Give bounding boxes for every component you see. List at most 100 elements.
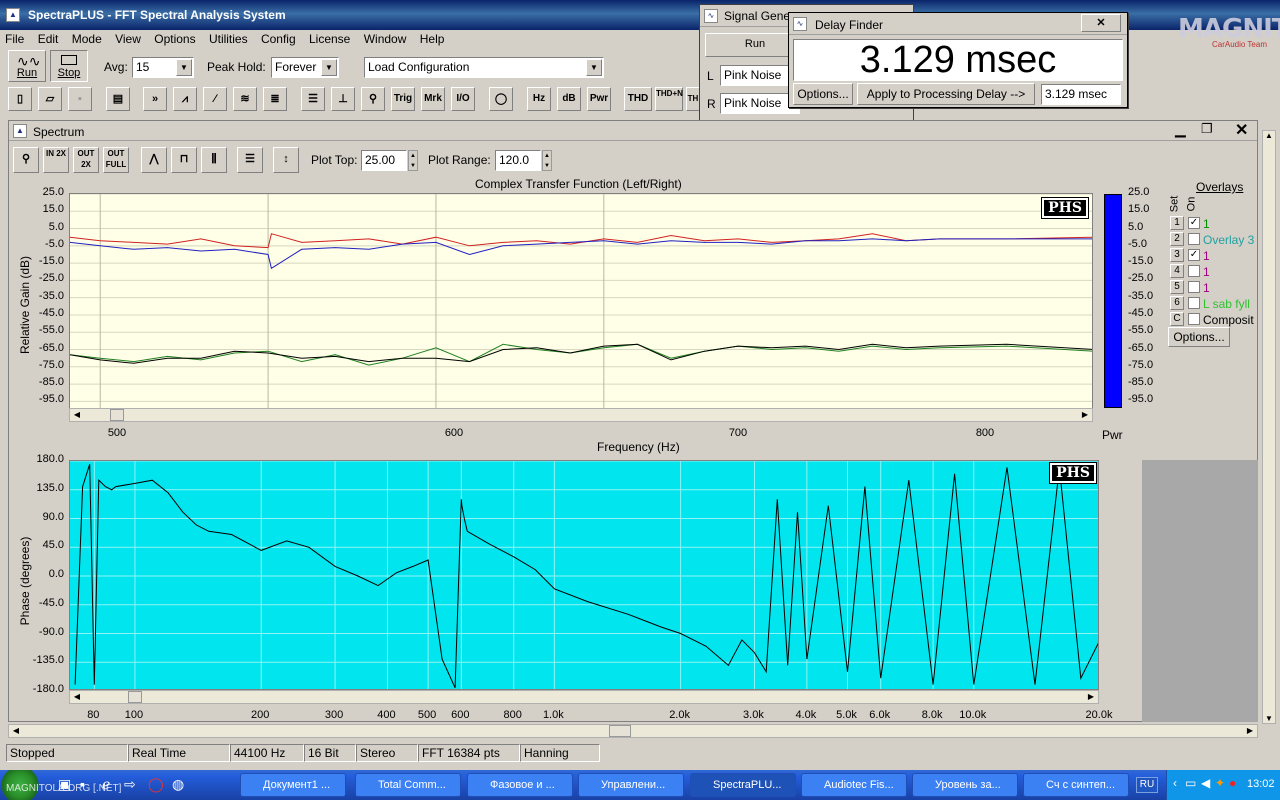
scroll-thumb[interactable] bbox=[110, 409, 124, 421]
task-audiotec[interactable]: Audiotec Fis... bbox=[801, 773, 907, 797]
scroll-up-icon[interactable]: ▲ bbox=[1263, 131, 1275, 140]
scroll-left-icon[interactable]: ◀ bbox=[9, 725, 23, 737]
overlay-set-button[interactable]: 4 bbox=[1170, 264, 1184, 278]
minimize-icon[interactable]: ▁ bbox=[1175, 121, 1186, 138]
overlay-set-button[interactable]: 3 bbox=[1170, 248, 1184, 262]
marker-button[interactable]: Mrk bbox=[421, 87, 445, 111]
stop-button[interactable]: Stop bbox=[50, 50, 88, 82]
close-window-icon[interactable]: ✕ bbox=[1235, 120, 1248, 140]
overlay-set-button[interactable]: 5 bbox=[1170, 280, 1184, 294]
close-icon[interactable]: ✕ bbox=[1081, 14, 1121, 32]
sweep-icon[interactable]: ∕ bbox=[203, 87, 227, 111]
overlay-options-button[interactable]: Options... bbox=[1168, 327, 1230, 347]
plot-range-spinner[interactable]: ▲ ▼ bbox=[542, 150, 552, 171]
pwr-button[interactable]: Pwr bbox=[587, 87, 611, 111]
quicklaunch-opera-icon[interactable]: ◯ bbox=[148, 776, 164, 793]
tray-app-icon[interactable]: ✦ bbox=[1215, 776, 1225, 790]
overlay-checkbox[interactable]: ✓ bbox=[1188, 217, 1200, 229]
menu-options[interactable]: Options bbox=[149, 30, 200, 46]
delay-value-field[interactable]: 3.129 msec bbox=[1041, 84, 1121, 105]
thdn-button[interactable]: THD+N bbox=[655, 87, 683, 111]
thd-button[interactable]: THD bbox=[624, 87, 652, 111]
overlay-checkbox[interactable] bbox=[1188, 297, 1200, 309]
scroll-thumb[interactable] bbox=[609, 725, 631, 737]
plot-range-input[interactable]: 120.0 bbox=[495, 150, 541, 171]
peak-view-icon[interactable]: ⋀ bbox=[141, 147, 167, 173]
tray-network-icon[interactable]: ▭ bbox=[1185, 776, 1196, 790]
step-view-icon[interactable]: ⊓ bbox=[171, 147, 197, 173]
scroll-right-icon[interactable]: ▶ bbox=[1243, 725, 1257, 737]
trig-button[interactable]: Trig bbox=[391, 87, 415, 111]
open-folder-icon[interactable]: ▱ bbox=[38, 87, 62, 111]
quicklaunch-desktop-icon[interactable]: ▣ bbox=[58, 776, 71, 793]
zoom-in-2x-button[interactable]: IN 2X bbox=[43, 147, 69, 173]
menu-window[interactable]: Window bbox=[359, 30, 412, 46]
settings-icon[interactable]: ☰ bbox=[237, 147, 263, 173]
menu-utilities[interactable]: Utilities bbox=[204, 30, 253, 46]
scroll-right-icon[interactable]: ▶ bbox=[1078, 409, 1092, 421]
maximize-icon[interactable]: ❐ bbox=[1201, 121, 1213, 137]
zoom-icon[interactable]: ⚲ bbox=[13, 147, 39, 173]
quicklaunch-globe-icon[interactable]: ◍ bbox=[172, 776, 184, 793]
plot-top-input[interactable]: 25.00 bbox=[361, 150, 407, 171]
plot-top-spinner[interactable]: ▲ ▼ bbox=[408, 150, 418, 171]
quicklaunch-save-icon[interactable]: ▪ bbox=[80, 776, 85, 792]
tray-antivirus-icon[interactable]: ● bbox=[1229, 776, 1236, 790]
quicklaunch-browser-icon[interactable]: ℯ bbox=[102, 776, 110, 793]
overlay-set-button[interactable]: 2 bbox=[1170, 232, 1184, 246]
overlay-set-button[interactable]: 6 bbox=[1170, 296, 1184, 310]
io-button[interactable]: I/O bbox=[451, 87, 475, 111]
apply-delay-button[interactable]: Apply to Processing Delay --> bbox=[857, 83, 1035, 105]
language-indicator[interactable]: RU bbox=[1136, 777, 1158, 793]
generator-icon[interactable]: ◯ bbox=[489, 87, 513, 111]
menu-view[interactable]: View bbox=[110, 30, 146, 46]
scroll-thumb[interactable] bbox=[128, 691, 142, 703]
phase-horizontal-scrollbar[interactable]: ◀ ▶ bbox=[69, 690, 1099, 704]
task-spectraplus[interactable]: SpectraPLU... bbox=[690, 773, 796, 797]
menu-config[interactable]: Config bbox=[256, 30, 301, 46]
run-button[interactable]: ∿∿ Run bbox=[8, 50, 46, 82]
quicklaunch-arrow-icon[interactable]: ⇨ bbox=[124, 776, 136, 793]
trigger-icon[interactable]: ⚲ bbox=[361, 87, 385, 111]
task-opera-2[interactable]: Управлени... bbox=[578, 773, 684, 797]
window-vertical-scrollbar[interactable]: ▲ ▼ bbox=[1262, 130, 1276, 724]
task-opera-1[interactable]: Фазовое и ... bbox=[467, 773, 573, 797]
spectrum-icon[interactable]: ⩘ bbox=[173, 87, 197, 111]
overlay-checkbox[interactable] bbox=[1188, 233, 1200, 245]
overlay-checkbox[interactable] bbox=[1188, 281, 1200, 293]
scroll-down-icon[interactable]: ▼ bbox=[1263, 714, 1275, 723]
tray-volume-icon[interactable]: ◀ bbox=[1201, 776, 1210, 790]
db-button[interactable]: dB bbox=[557, 87, 581, 111]
spectrogram-icon[interactable]: ≣ bbox=[263, 87, 287, 111]
new-icon[interactable]: ▯ bbox=[8, 87, 32, 111]
vertical-scale-icon[interactable]: ↕ bbox=[273, 147, 299, 173]
scroll-left-icon[interactable]: ◀ bbox=[70, 691, 84, 703]
config-select[interactable]: Load Configuration ▼ bbox=[364, 57, 604, 78]
waterfall-icon[interactable]: ≋ bbox=[233, 87, 257, 111]
hz-button[interactable]: Hz bbox=[527, 87, 551, 111]
task-total-commander[interactable]: Total Comm... bbox=[355, 773, 461, 797]
task-synth[interactable]: Сч с синтеп... bbox=[1023, 773, 1129, 797]
scale-icon[interactable]: ⊥ bbox=[331, 87, 355, 111]
scroll-right-icon[interactable]: ▶ bbox=[1084, 691, 1098, 703]
menu-mode[interactable]: Mode bbox=[67, 30, 107, 46]
bar-view-icon[interactable]: ⫼ bbox=[201, 147, 227, 173]
save-icon[interactable]: ▪ bbox=[68, 87, 92, 111]
settings-list-icon[interactable]: ☰ bbox=[301, 87, 325, 111]
task-level[interactable]: Уровень за... bbox=[912, 773, 1018, 797]
zoom-out-2x-button[interactable]: OUT 2X bbox=[73, 147, 99, 173]
th-button[interactable]: TH bbox=[686, 87, 700, 111]
print-icon[interactable]: ▤ bbox=[106, 87, 130, 111]
avg-select[interactable]: 15 ▼ bbox=[132, 57, 194, 78]
peak-hold-select[interactable]: Forever ▼ bbox=[271, 57, 339, 78]
scroll-left-icon[interactable]: ◀ bbox=[70, 409, 84, 421]
task-word[interactable]: Документ1 ... bbox=[240, 773, 346, 797]
overlay-set-button[interactable]: C bbox=[1170, 312, 1184, 326]
top-horizontal-scrollbar[interactable]: ◀ ▶ bbox=[69, 408, 1093, 422]
overlay-checkbox[interactable]: ✓ bbox=[1188, 249, 1200, 261]
overlay-checkbox[interactable] bbox=[1188, 313, 1200, 325]
menu-license[interactable]: License bbox=[304, 30, 355, 46]
zoom-out-full-button[interactable]: OUT FULL bbox=[103, 147, 129, 173]
window-horizontal-scrollbar[interactable]: ◀ ▶ bbox=[8, 724, 1258, 738]
menu-help[interactable]: Help bbox=[415, 30, 450, 46]
